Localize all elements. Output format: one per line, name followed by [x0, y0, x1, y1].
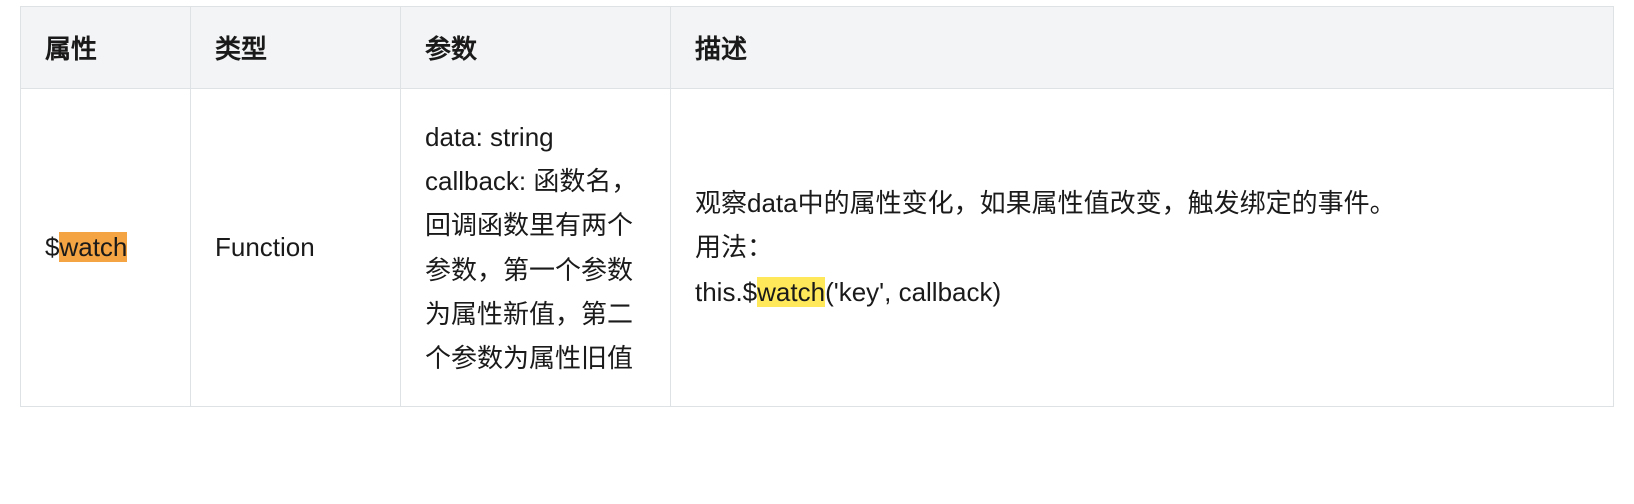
- desc-prefix: this.$: [695, 277, 757, 307]
- desc-line-3: this.$watch('key', callback): [695, 270, 1589, 314]
- cell-param: data: string callback: 函数名，回调函数里有两个参数，第一…: [401, 89, 671, 407]
- header-param: 参数: [401, 7, 671, 89]
- table-row: $watch Function data: string callback: 函…: [21, 89, 1614, 407]
- header-type: 类型: [191, 7, 401, 89]
- cell-description: 观察data中的属性变化，如果属性值改变，触发绑定的事件。 用法： this.$…: [671, 89, 1614, 407]
- table-header-row: 属性 类型 参数 描述: [21, 7, 1614, 89]
- desc-highlight: watch: [757, 277, 825, 307]
- attr-prefix: $: [45, 232, 59, 262]
- desc-line-1: 观察data中的属性变化，如果属性值改变，触发绑定的事件。: [695, 181, 1589, 225]
- header-attribute: 属性: [21, 7, 191, 89]
- desc-suffix: ('key', callback): [825, 277, 1001, 307]
- cell-attribute: $watch: [21, 89, 191, 407]
- api-table: 属性 类型 参数 描述 $watch Function data: string…: [20, 6, 1614, 407]
- header-description: 描述: [671, 7, 1614, 89]
- desc-line-2: 用法：: [695, 225, 1589, 269]
- attr-highlight: watch: [59, 232, 127, 262]
- cell-type: Function: [191, 89, 401, 407]
